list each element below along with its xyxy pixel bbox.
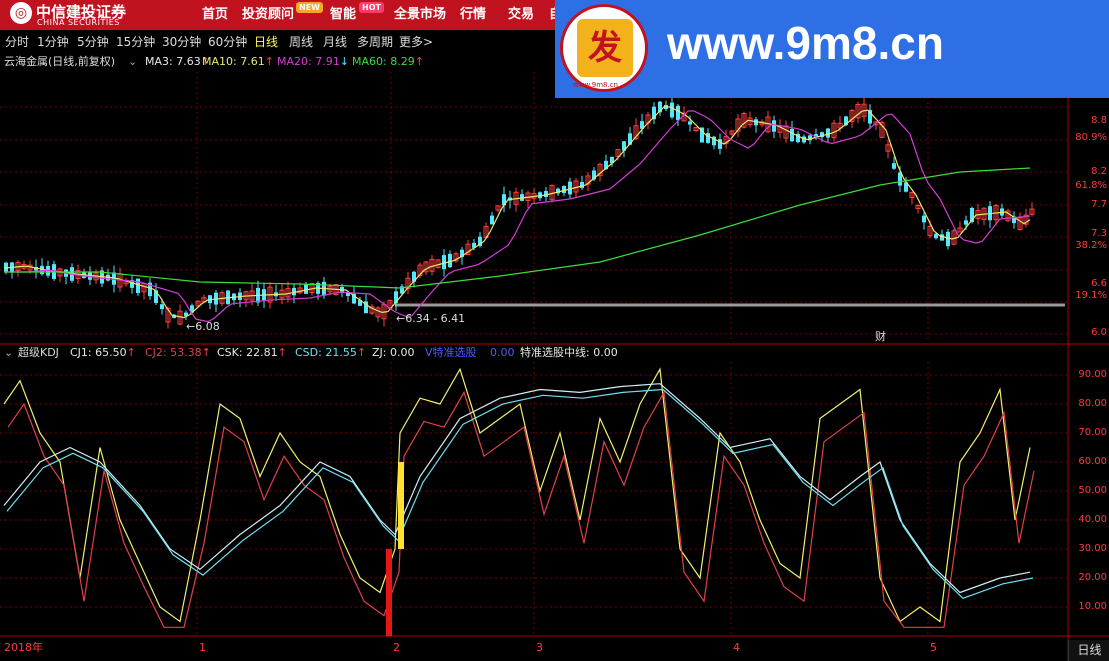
axis-label-7-7: 7.7	[1091, 199, 1107, 210]
ma10-value: MA10: 7.61↑	[202, 55, 274, 68]
v-select-value: 0.00	[490, 346, 515, 359]
csk-line	[3, 383, 1031, 594]
axis-label-8-8: 8.8	[1091, 115, 1107, 126]
candle-body	[568, 181, 572, 195]
candle-body	[676, 105, 680, 121]
candle-body	[706, 133, 710, 143]
x-axis-month-2: 2	[393, 641, 400, 654]
candle-body	[490, 215, 494, 225]
finance-marker[interactable]: 财	[875, 330, 886, 344]
candle-body	[892, 163, 896, 169]
csk-value: CSK: 22.81↑	[217, 346, 287, 359]
candle-body	[160, 304, 164, 310]
zj-value: ZJ: 0.00	[372, 346, 415, 359]
fib-61-8: 61.8%	[1075, 180, 1107, 191]
fib-80-9: 80.9%	[1075, 132, 1107, 143]
x-axis-month-5: 5	[930, 641, 937, 654]
cj1-line	[3, 367, 1031, 623]
indicator-settings-icon[interactable]: ⌄	[4, 346, 13, 360]
candle-body	[688, 121, 692, 125]
x-axis-month-1: 1	[199, 641, 206, 654]
candle-body	[802, 136, 806, 143]
axis-label-8-2: 8.2	[1091, 166, 1107, 177]
x-axis-month-4: 4	[733, 641, 740, 654]
ma3-value: MA3: 7.63↑	[145, 55, 210, 68]
ma60-value: MA60: 8.29↑	[352, 55, 424, 68]
x-axis-month-3: 3	[536, 641, 543, 654]
candle-body	[922, 215, 926, 223]
ma10-line	[3, 106, 1031, 319]
candle-body	[790, 128, 794, 142]
kdj-axis-60: 60.00	[1078, 456, 1107, 467]
fib-38-2: 38.2%	[1075, 240, 1107, 251]
v-select-label: V特准选股	[425, 346, 477, 359]
kdj-axis-40: 40.00	[1078, 514, 1107, 525]
price-chart-canvas[interactable]	[0, 0, 1109, 661]
kdj-axis-20: 20.00	[1078, 572, 1107, 583]
signal-yellow-bar	[398, 462, 404, 549]
csd-value: CSD: 21.55↑	[295, 346, 367, 359]
candle-body	[442, 255, 446, 270]
stock-title: 云海金属(日线,前复权)	[4, 55, 116, 68]
watermark-url: www.9m8.cn	[667, 17, 944, 69]
fib-19-1: 19.1%	[1075, 290, 1107, 301]
kdj-axis-80: 80.00	[1078, 398, 1107, 409]
low-price-annotation: ←6.08	[186, 320, 220, 333]
kdj-axis-10: 10.00	[1078, 601, 1107, 612]
cj2-value: CJ2: 53.38↑	[145, 346, 211, 359]
kdj-axis-90: 90.00	[1078, 369, 1107, 380]
indicator-name[interactable]: 超级KDJ	[18, 346, 59, 360]
kdj-axis-30: 30.00	[1078, 543, 1107, 554]
axis-label-7-3: 7.3	[1091, 228, 1107, 239]
range-annotation: ←6.34 - 6.41	[396, 312, 466, 325]
midline-value: 特准选股中线: 0.00	[520, 346, 618, 359]
bottom-period-tab[interactable]: 日线	[1068, 640, 1109, 661]
watermark-seal-icon: 发 www.9m8.cn	[560, 4, 648, 92]
kdj-axis-70: 70.00	[1078, 427, 1107, 438]
candle-body	[826, 128, 830, 138]
x-axis-year: 2018年	[4, 641, 43, 654]
cj2-line	[7, 390, 1035, 628]
axis-label-6-0: 6.0	[1091, 327, 1107, 338]
candle-body	[580, 181, 584, 189]
signal-red-bar	[386, 549, 392, 636]
candle-body	[562, 186, 566, 193]
candle-body	[670, 102, 674, 118]
cj1-value: CJ1: 65.50↑	[70, 346, 136, 359]
candle-body	[772, 120, 776, 132]
candle-body	[964, 220, 968, 225]
ma20-value: MA20: 7.91↓	[277, 55, 349, 68]
axis-label-6-6: 6.6	[1091, 278, 1107, 289]
ma20-line	[4, 110, 1031, 323]
candle-body	[940, 234, 944, 241]
kdj-axis-50: 50.00	[1078, 485, 1107, 496]
candle-body	[136, 278, 140, 294]
candle-body	[946, 231, 950, 247]
settings-circle-icon[interactable]: ⌄	[128, 55, 137, 69]
candle-body	[718, 139, 722, 149]
watermark-banner: 发 www.9m8.cn www.9m8.cn	[555, 0, 1109, 98]
candle-body	[448, 253, 452, 268]
